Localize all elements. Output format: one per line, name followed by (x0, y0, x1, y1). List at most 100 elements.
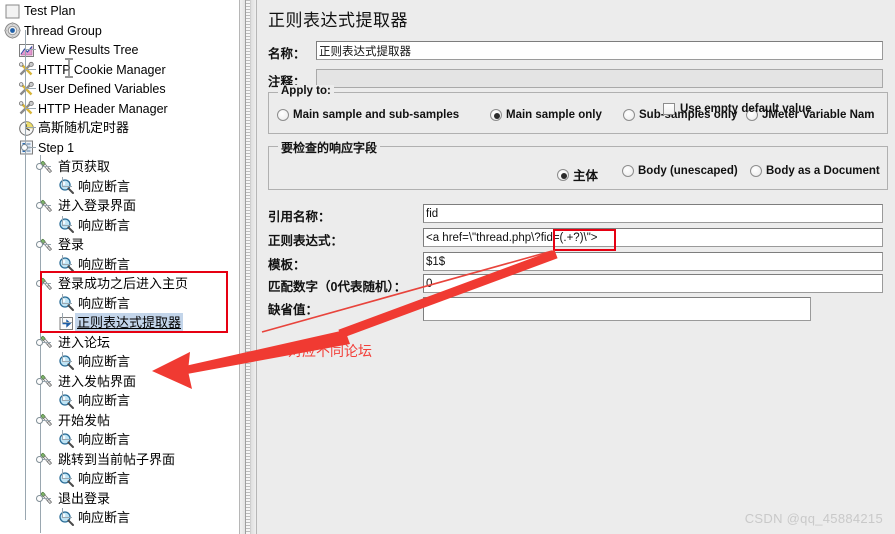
tree-node-label: HTTP Cookie Manager (38, 62, 166, 77)
annotation-note: 对应不同论坛 (288, 343, 372, 359)
tree-branch-stub (62, 430, 63, 440)
watermark: CSDN @qq_45884215 (744, 511, 883, 526)
extractor-field-input[interactable] (423, 297, 811, 321)
tree-node[interactable]: Step 1 (0, 138, 239, 158)
use-empty-default-label: Use empty default value (680, 103, 812, 115)
radio-button[interactable] (490, 109, 502, 121)
apply-to-option[interactable]: Main sample and sub-samples (277, 109, 459, 121)
apply-to-option-label: Main sample and sub-samples (293, 109, 460, 121)
test-plan-tree[interactable]: Test Plan Thread Group View Results Tree HT… (0, 0, 239, 534)
radio-button[interactable] (622, 165, 634, 177)
extractor-field-row: 匹配数字（0代表随机）： (268, 275, 406, 295)
apply-to-option[interactable]: Main sample only (490, 109, 602, 121)
tree-node-label: 进入论坛 (58, 334, 111, 350)
radio-button[interactable] (277, 109, 289, 121)
assertion-icon (58, 217, 75, 234)
extractor-icon (58, 315, 75, 332)
tree-branch-stub (62, 508, 63, 518)
tree-node[interactable]: 正则表达式提取器 (0, 313, 239, 333)
field-to-check-option[interactable]: Body as a Document (750, 165, 880, 177)
field-to-check-option[interactable]: Body (unescaped) (622, 165, 738, 177)
tree-node[interactable]: 响应断言 (0, 508, 239, 528)
tree-branch-stub (62, 313, 63, 323)
tree-branch (25, 107, 36, 109)
name-label: 名称： (268, 46, 306, 61)
assertion-icon (58, 178, 75, 195)
field-to-check-option[interactable]: 主体 (557, 165, 598, 184)
tree-node[interactable]: Thread Group (0, 21, 239, 41)
tree-branch (62, 517, 72, 518)
testplan-icon (4, 3, 21, 20)
tree-branch (62, 224, 72, 226)
extractor-field-input[interactable] (423, 228, 883, 247)
tree-node-label: 响应断言 (78, 471, 131, 486)
tree-node[interactable]: 响应断言 (0, 430, 239, 450)
comment-input[interactable] (316, 69, 883, 88)
tree-branch (62, 439, 72, 440)
radio-button[interactable] (750, 165, 762, 177)
extractor-field-label: 缺省值： (268, 302, 319, 317)
tree-node[interactable]: User Defined Variables (0, 79, 239, 99)
field-to-check-group: 要检查的响应字段 主体 Body (unescaped) Body as a Doc… (268, 139, 888, 190)
tree-node[interactable]: 高斯随机定时器 (0, 118, 239, 138)
tree-expand-knob (36, 455, 43, 463)
tree-node-label: 响应断言 (78, 510, 131, 525)
name-input[interactable] (316, 41, 883, 60)
checkbox-box[interactable] (663, 103, 675, 115)
assertion-icon (58, 432, 75, 449)
assertion-icon (58, 354, 75, 371)
extractor-field-input[interactable] (423, 252, 883, 271)
tree-node-label: View Results Tree (38, 43, 139, 57)
tree-node[interactable]: View Results Tree (0, 40, 239, 60)
tree-node-label: 开始发帖 (58, 412, 111, 428)
tree-branch (25, 127, 36, 128)
tree-node-label: 响应断言 (78, 354, 131, 369)
extractor-field-label: 匹配数字（0代表随机）： (268, 279, 407, 294)
tree-node[interactable]: 响应断言 (0, 255, 239, 275)
page-title: 正则表达式提取器 (268, 11, 408, 30)
wrench-icon (18, 100, 35, 117)
tree-node-label: 进入登录界面 (58, 198, 137, 213)
wrench-icon (18, 81, 35, 98)
wrench-icon (18, 61, 35, 78)
tree-expand-knob (21, 143, 28, 151)
tree-node[interactable]: HTTP Header Manager (0, 99, 239, 119)
tree-expand-knob (36, 163, 43, 170)
tree-node[interactable]: 响应断言 (0, 216, 239, 236)
splitter-grip[interactable] (245, 0, 251, 534)
tree-node[interactable]: 响应断言 (0, 294, 239, 314)
extractor-field-label: 正则表达式： (268, 233, 344, 248)
tree-trunk (25, 30, 26, 520)
panel-splitter[interactable] (239, 0, 257, 534)
tree-node[interactable]: HTTP Cookie Manager (0, 60, 239, 80)
name-row: 名称： (268, 42, 306, 62)
field-to-check-option-label: 主体 (573, 169, 599, 183)
extractor-field-label: 模板： (268, 257, 306, 272)
tree-branch-stub (62, 352, 63, 362)
assertion-icon (58, 393, 75, 410)
regex-extractor-panel: 正则表达式提取器 名称： 注释： Apply to: Main sample a… (258, 0, 895, 534)
tree-branch-stub (62, 391, 63, 401)
radio-button[interactable] (623, 109, 635, 121)
tree-node-label: 响应断言 (78, 256, 131, 272)
assertion-icon (58, 510, 75, 527)
tree-node-label: HTTP Header Manager (38, 101, 168, 116)
tree-node-label: Thread Group (24, 23, 102, 38)
tree-node-label: 响应断言 (78, 217, 131, 233)
tree-branch (62, 361, 72, 362)
tree-node-label: 退出登录 (58, 490, 111, 506)
use-empty-default-checkbox[interactable]: Use empty default value (663, 103, 812, 115)
extractor-field-input[interactable] (423, 274, 883, 293)
tree-node[interactable]: 响应断言 (0, 391, 239, 411)
extractor-field-input[interactable] (423, 204, 883, 223)
tree-node[interactable]: Test Plan (0, 1, 239, 21)
radio-button[interactable] (557, 168, 569, 181)
tree-expand-knob (36, 280, 43, 287)
tree-node[interactable]: 响应断言 (0, 352, 239, 372)
tree-node-label: 正则表达式提取器 (75, 313, 184, 333)
tree-node-label: 跳转到当前帖子界面 (58, 451, 176, 467)
tree-node[interactable]: 响应断言 (0, 469, 239, 489)
chart-icon (18, 42, 35, 59)
tree-node-label: 响应断言 (78, 393, 131, 408)
tree-node[interactable]: 响应断言 (0, 177, 239, 197)
